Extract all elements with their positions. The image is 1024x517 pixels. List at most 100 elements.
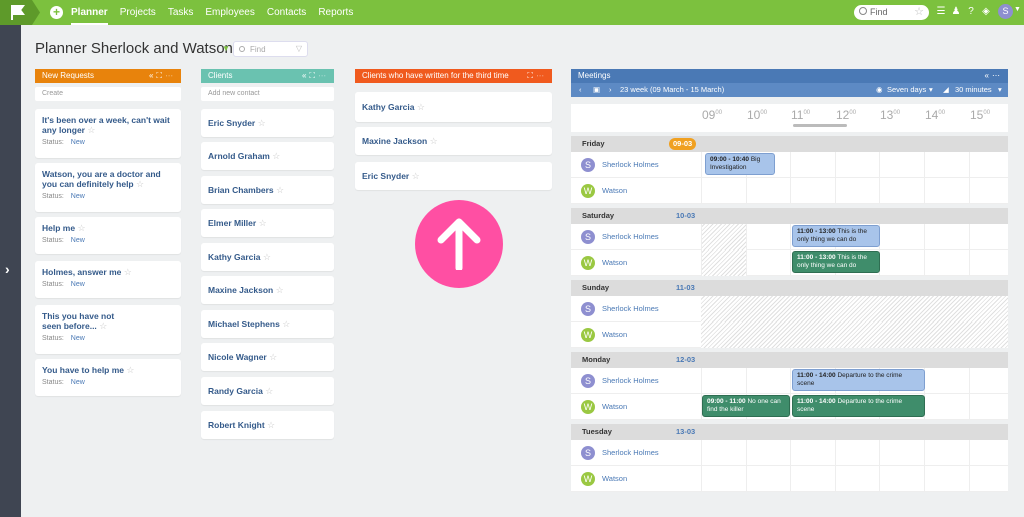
- chevron-down-icon[interactable]: ▼: [1014, 6, 1021, 13]
- person-name: Sherlock Holmes: [602, 304, 659, 313]
- chevron-down-icon[interactable]: ▾: [929, 83, 933, 97]
- nav-projects[interactable]: Projects: [120, 0, 156, 25]
- layers-icon[interactable]: ◈: [980, 6, 992, 18]
- client-name: Brian Chambers: [208, 185, 274, 195]
- star-icon[interactable]: ☆: [282, 319, 290, 329]
- star-icon[interactable]: ☆: [417, 102, 425, 112]
- hours-header: 0900 1000 1100 1200 1300 1400 1500: [571, 104, 1008, 132]
- star-icon[interactable]: ☆: [272, 151, 280, 161]
- star-icon[interactable]: ☆: [267, 420, 275, 430]
- schedule-row[interactable]: S Sherlock Holmes 11:00 - 13:00 This is …: [571, 224, 1008, 250]
- star-icon[interactable]: ☆: [99, 321, 107, 331]
- client-card[interactable]: Nicole Wagner ☆: [201, 343, 334, 371]
- request-card[interactable]: Watson, you are a doctor and you can def…: [35, 163, 181, 212]
- filter-icon[interactable]: ▽: [296, 44, 302, 53]
- star-icon[interactable]: ☆: [276, 185, 284, 195]
- star-icon[interactable]: ☆: [269, 352, 277, 362]
- star-icon[interactable]: ☆: [126, 365, 134, 375]
- schedule-row[interactable]: S Sherlock Holmes 11:00 - 14:00 Departur…: [571, 368, 1008, 394]
- column-actions[interactable]: «⛶⋯: [302, 69, 329, 83]
- chevron-down-icon[interactable]: ▾: [998, 83, 1002, 97]
- day-band-tuesday: Tuesday 13-03: [571, 424, 1008, 440]
- star-icon[interactable]: ☆: [430, 136, 438, 146]
- meeting-event[interactable]: 11:00 - 13:00 This is the only thing we …: [792, 251, 880, 273]
- request-card[interactable]: Holmes, answer me ☆ Status: New: [35, 261, 181, 298]
- user-settings-icon[interactable]: ♟: [950, 6, 962, 18]
- global-search-input[interactable]: Find ☆: [854, 5, 929, 20]
- meetings-actions[interactable]: «⋯: [985, 69, 1003, 83]
- status-badge: New: [70, 237, 85, 244]
- request-card[interactable]: You have to help me ☆ Status: New: [35, 359, 181, 396]
- client-card[interactable]: Elmer Miller ☆: [201, 209, 334, 237]
- timeline-scrollbar[interactable]: [793, 124, 847, 127]
- nav-planner[interactable]: Planner: [71, 0, 108, 25]
- client-card[interactable]: Randy Garcia ☆: [201, 377, 334, 405]
- client-card[interactable]: Michael Stephens ☆: [201, 310, 334, 338]
- client-card[interactable]: Kathy Garcia ☆: [355, 92, 552, 122]
- star-icon[interactable]: ☆: [136, 179, 144, 189]
- schedule-row[interactable]: W Watson 09:00 - 11:00 No one can find t…: [571, 394, 1008, 420]
- schedule-row[interactable]: S Sherlock Holmes 09:00 - 10:40 Big Inve…: [571, 152, 1008, 178]
- client-card[interactable]: Eric Snyder ☆: [201, 109, 334, 137]
- star-icon[interactable]: ☆: [124, 267, 132, 277]
- nav-employees[interactable]: Employees: [205, 0, 254, 25]
- meetings-title: Meetings: [578, 71, 611, 80]
- nav-tasks[interactable]: Tasks: [168, 0, 194, 25]
- star-icon[interactable]: ☆: [276, 285, 284, 295]
- help-icon[interactable]: ?: [965, 6, 977, 18]
- create-request-input[interactable]: Create: [35, 87, 181, 101]
- schedule-row[interactable]: W Watson: [571, 466, 1008, 492]
- logo[interactable]: [0, 0, 40, 25]
- schedule-row[interactable]: W Watson: [571, 178, 1008, 204]
- client-card[interactable]: Eric Snyder ☆: [355, 162, 552, 190]
- planner-search-input[interactable]: Find ▽: [233, 41, 308, 57]
- star-icon[interactable]: ☆: [258, 118, 266, 128]
- meeting-event[interactable]: 09:00 - 11:00 No one can find the killer: [702, 395, 790, 417]
- meeting-event[interactable]: 11:00 - 14:00 Departure to the crime sce…: [792, 395, 925, 417]
- request-card[interactable]: It's been over a week, can't wait any lo…: [35, 109, 181, 158]
- favorite-icon[interactable]: ☆: [914, 5, 924, 18]
- next-week-icon[interactable]: ›: [609, 83, 612, 97]
- star-icon[interactable]: ☆: [87, 125, 95, 135]
- client-card[interactable]: Maxine Jackson ☆: [201, 276, 334, 304]
- request-card[interactable]: This you have not seen before... ☆ Statu…: [35, 305, 181, 354]
- star-icon[interactable]: ☆: [265, 386, 273, 396]
- avatar: S: [581, 446, 595, 460]
- hour-label: 1400: [925, 108, 946, 122]
- nav-contacts[interactable]: Contacts: [267, 0, 306, 25]
- schedule-row[interactable]: W Watson: [571, 322, 1008, 348]
- person-name: Watson: [602, 474, 628, 483]
- column-actions[interactable]: «⛶⋯: [149, 69, 176, 83]
- schedule-row[interactable]: S Sherlock Holmes: [571, 296, 1008, 322]
- nav-reports[interactable]: Reports: [318, 0, 353, 25]
- menu-icon[interactable]: ☰: [935, 6, 947, 18]
- request-card[interactable]: Help me ☆ Status: New: [35, 217, 181, 254]
- eye-icon: ◉: [876, 85, 883, 94]
- interval-select[interactable]: 30 minutes: [955, 83, 992, 97]
- meeting-event[interactable]: 09:00 - 10:40 Big Investigation: [705, 153, 775, 175]
- client-card[interactable]: Kathy Garcia ☆: [201, 243, 334, 271]
- schedule-row[interactable]: S Sherlock Holmes: [571, 440, 1008, 466]
- meeting-event[interactable]: 11:00 - 13:00 This is the only thing we …: [792, 225, 880, 247]
- client-card[interactable]: Arnold Graham ☆: [201, 142, 334, 170]
- chevron-down-icon[interactable]: ▼: [222, 44, 230, 53]
- prev-week-icon[interactable]: ‹: [579, 83, 582, 97]
- client-card[interactable]: Maxine Jackson ☆: [355, 127, 552, 155]
- star-icon[interactable]: ☆: [412, 171, 420, 181]
- add-icon[interactable]: +: [50, 6, 63, 19]
- range-select[interactable]: Seven days: [887, 83, 926, 97]
- client-card[interactable]: Brian Chambers ☆: [201, 176, 334, 204]
- column-actions[interactable]: ⛶⋯: [527, 69, 547, 83]
- calendar-icon[interactable]: ▣: [593, 83, 600, 97]
- drop-target-button[interactable]: [415, 200, 503, 288]
- client-card[interactable]: Robert Knight ☆: [201, 411, 334, 439]
- add-contact-input[interactable]: Add new contact: [201, 87, 334, 101]
- chevron-right-icon[interactable]: ›: [5, 261, 10, 277]
- schedule-row[interactable]: W Watson 11:00 - 13:00 This is the only …: [571, 250, 1008, 276]
- star-icon[interactable]: ☆: [259, 218, 267, 228]
- user-avatar[interactable]: S: [998, 4, 1013, 19]
- meeting-event[interactable]: 11:00 - 14:00 Departure to the crime sce…: [792, 369, 925, 391]
- star-icon[interactable]: ☆: [263, 252, 271, 262]
- star-icon[interactable]: ☆: [77, 223, 85, 233]
- column-clients: Clients «⛶⋯ Add new contact: [201, 69, 334, 101]
